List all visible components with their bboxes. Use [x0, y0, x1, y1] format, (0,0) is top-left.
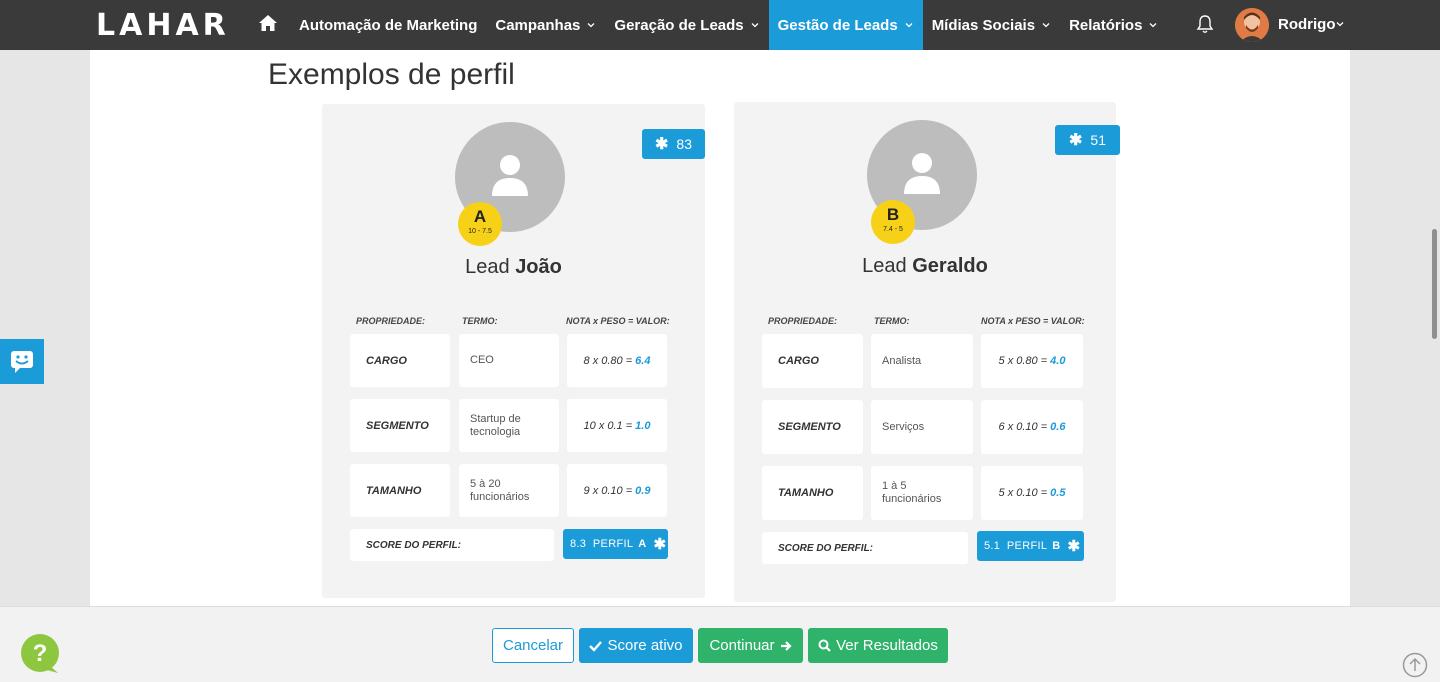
- action-bar: ? Cancelar Score ativo Continuar Ver Res…: [0, 606, 1440, 682]
- property-cell: SEGMENTO: [762, 400, 863, 454]
- col-header-term: TERMO:: [874, 316, 910, 326]
- lead-score-badge: ✱ 51: [1055, 125, 1120, 155]
- lead-score-badge: ✱ 83: [642, 129, 705, 159]
- nav-relatorios[interactable]: Relatórios: [1060, 0, 1167, 50]
- search-icon: [818, 639, 831, 652]
- page-title: Exemplos de perfil: [268, 58, 515, 91]
- term-cell: Startup de tecnologia: [459, 399, 559, 452]
- calc-cell: 5 x 0.80 = 4.0: [981, 334, 1083, 388]
- cancel-button[interactable]: Cancelar: [492, 628, 574, 663]
- nav-midias-sociais[interactable]: Mídias Sociais: [923, 0, 1060, 50]
- profile-card-joao: ✱ 83 A 10 - 7.5 Lead João PROPRIEDADE: T…: [322, 104, 705, 598]
- property-cell: TAMANHO: [350, 464, 450, 517]
- col-header-calc: NOTA x PESO = VALOR:: [566, 316, 670, 326]
- top-navbar: LAHAR Automação de Marketing Campanhas G…: [0, 0, 1440, 50]
- property-cell: CARGO: [350, 334, 450, 387]
- term-cell: Serviços: [871, 400, 973, 454]
- asterisk-icon: ✱: [653, 536, 667, 553]
- check-icon: [589, 640, 603, 652]
- term-cell: Analista: [871, 334, 973, 388]
- chevron-down-icon[interactable]: [1335, 19, 1345, 29]
- chevron-down-icon: [1149, 23, 1157, 28]
- profile-score-button[interactable]: 8.3 PERFIL A ✱: [563, 529, 668, 559]
- main-content: Exemplos de perfil ✱ 83 A 10 - 7.5 Lead …: [90, 50, 1350, 606]
- score-active-button[interactable]: Score ativo: [579, 628, 693, 663]
- user-name[interactable]: Rodrigo: [1278, 16, 1336, 33]
- profile-card-geraldo: ✱ 51 B 7.4 - 5 Lead Geraldo PROPRIEDADE:…: [734, 102, 1120, 602]
- lead-name: Lead Geraldo: [862, 255, 988, 277]
- asterisk-icon: ✱: [1069, 132, 1083, 149]
- user-icon: [904, 153, 940, 194]
- property-cell: CARGO: [762, 334, 863, 388]
- calc-cell: 10 x 0.1 = 1.0: [567, 399, 667, 452]
- main-nav: Automação de Marketing Campanhas Geração…: [290, 0, 1167, 50]
- term-cell: 1 à 5 funcionários: [871, 466, 973, 520]
- col-header-term: TERMO:: [462, 316, 498, 326]
- chevron-down-icon: [1042, 23, 1050, 28]
- grade-badge: B 7.4 - 5: [871, 200, 915, 244]
- term-cell: CEO: [459, 334, 559, 387]
- col-header-calc: NOTA x PESO = VALOR:: [981, 316, 1085, 326]
- svg-text:?: ?: [33, 640, 48, 667]
- profile-score-button[interactable]: 5.1 PERFIL B ✱: [977, 531, 1084, 561]
- score-label: SCORE DO PERFIL:: [350, 529, 554, 561]
- lead-name: Lead João: [465, 256, 562, 278]
- nav-campanhas[interactable]: Campanhas: [486, 0, 605, 50]
- scroll-to-top-icon[interactable]: [1402, 652, 1428, 678]
- col-header-property: PROPRIEDADE:: [356, 316, 426, 326]
- avatar[interactable]: [1235, 8, 1269, 42]
- view-results-button[interactable]: Ver Resultados: [808, 628, 948, 663]
- nav-gestao-leads[interactable]: Gestão de Leads: [768, 0, 923, 50]
- calc-cell: 8 x 0.80 = 6.4: [567, 334, 667, 387]
- grade-badge: A 10 - 7.5: [458, 202, 502, 246]
- calc-cell: 6 x 0.10 = 0.6: [981, 400, 1083, 454]
- chat-smile-icon: [11, 351, 33, 373]
- scrollbar-thumb[interactable]: [1432, 229, 1437, 339]
- asterisk-icon: ✱: [655, 136, 669, 153]
- user-photo-icon: [1235, 8, 1269, 42]
- score-label: SCORE DO PERFIL:: [762, 532, 968, 564]
- help-icon[interactable]: ?: [20, 633, 60, 675]
- property-cell: TAMANHO: [762, 466, 863, 520]
- home-icon[interactable]: [258, 13, 278, 33]
- nav-geracao-leads[interactable]: Geração de Leads: [605, 0, 768, 50]
- user-icon: [492, 155, 528, 196]
- continue-button[interactable]: Continuar: [698, 628, 803, 663]
- feedback-tab[interactable]: [0, 339, 44, 384]
- term-cell: 5 à 20 funcionários: [459, 464, 559, 517]
- property-cell: SEGMENTO: [350, 399, 450, 452]
- chevron-down-icon: [905, 23, 913, 28]
- asterisk-icon: ✱: [1067, 538, 1081, 555]
- calc-cell: 5 x 0.10 = 0.5: [981, 466, 1083, 520]
- app-logo[interactable]: LAHAR: [96, 8, 230, 43]
- calc-cell: 9 x 0.10 = 0.9: [567, 464, 667, 517]
- chevron-down-icon: [751, 23, 759, 28]
- chevron-down-icon: [587, 23, 595, 28]
- arrow-right-icon: [780, 640, 792, 651]
- col-header-property: PROPRIEDADE:: [768, 316, 838, 326]
- nav-automacao[interactable]: Automação de Marketing: [290, 0, 486, 50]
- bell-icon[interactable]: [1196, 14, 1214, 34]
